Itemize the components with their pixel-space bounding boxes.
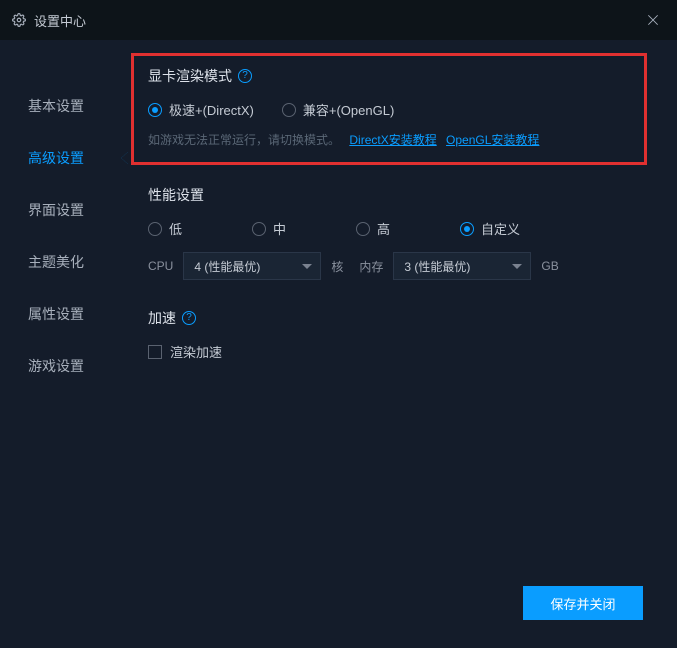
titlebar-left: 设置中心 [12,11,86,30]
directx-tutorial-link[interactable]: DirectX安装教程 [349,133,436,147]
sidebar-item-property[interactable]: 属性设置 [0,288,128,340]
dropdown-value: 3 (性能最优) [404,258,470,275]
radio-label: 低 [169,219,182,238]
radio-opengl[interactable]: 兼容+(OpenGL) [282,100,394,119]
accel-title: 加速 ? [148,308,647,328]
section-title-text: 性能设置 [148,185,204,205]
cores-label: 核 [331,258,343,275]
radio-high[interactable]: 高 [356,219,460,238]
window-title: 设置中心 [34,11,86,30]
render-mode-radios: 极速+(DirectX) 兼容+(OpenGL) [148,100,630,119]
cpu-dropdown[interactable]: 4 (性能最优) [183,252,321,280]
radio-circle-icon [252,222,266,236]
cpu-label: CPU [148,259,173,273]
chevron-down-icon [512,264,522,269]
sidebar-item-label: 高级设置 [28,150,84,166]
sidebar-item-label: 界面设置 [28,202,84,218]
sidebar: 基本设置 高级设置 界面设置 主题美化 属性设置 游戏设置 [0,40,128,648]
render-mode-title: 显卡渲染模式 ? [148,66,630,86]
sidebar-item-label: 属性设置 [28,306,84,322]
save-button-label: 保存并关闭 [550,594,615,613]
close-button[interactable] [641,8,665,32]
sidebar-item-label: 主题美化 [28,254,84,270]
section-title-text: 显卡渲染模式 [148,66,232,86]
radio-low[interactable]: 低 [148,219,252,238]
chevron-down-icon [302,264,312,269]
mem-dropdown[interactable]: 3 (性能最优) [393,252,531,280]
performance-section: 性能设置 低 中 高 自定义 [148,185,647,280]
checkbox-label: 渲染加速 [170,342,222,361]
titlebar: 设置中心 [0,0,677,40]
sidebar-item-interface[interactable]: 界面设置 [0,184,128,236]
radio-label: 中 [273,219,286,238]
radio-circle-icon [282,103,296,117]
radio-circle-icon [356,222,370,236]
hint-text-content: 如游戏无法正常运行，请切换模式。 [148,133,340,147]
performance-title: 性能设置 [148,185,647,205]
render-mode-section: 显卡渲染模式 ? 极速+(DirectX) 兼容+(OpenGL) 如游戏无法正… [131,53,647,165]
help-icon[interactable]: ? [182,311,196,325]
dropdown-value: 4 (性能最优) [194,258,260,275]
radio-label: 兼容+(OpenGL) [303,100,394,119]
performance-dropdowns: CPU 4 (性能最优) 核 内存 3 (性能最优) GB [148,252,647,280]
mem-label: 内存 [359,258,383,275]
sidebar-item-game[interactable]: 游戏设置 [0,340,128,392]
help-icon[interactable]: ? [238,69,252,83]
sidebar-item-label: 游戏设置 [28,358,84,374]
radio-circle-icon [148,222,162,236]
radio-mid[interactable]: 中 [252,219,356,238]
content: 基本设置 高级设置 界面设置 主题美化 属性设置 游戏设置 显卡渲染模式 ? 极… [0,40,677,648]
radio-circle-icon [460,222,474,236]
footer: 保存并关闭 [523,586,643,620]
radio-label: 极速+(DirectX) [169,100,254,119]
radio-label: 自定义 [481,219,520,238]
render-mode-hint: 如游戏无法正常运行，请切换模式。 DirectX安装教程 OpenGL安装教程 [148,131,630,148]
accel-section: 加速 ? 渲染加速 [148,308,647,361]
render-accel-checkbox-row[interactable]: 渲染加速 [148,342,647,361]
checkbox-icon [148,345,162,359]
gear-icon [12,13,26,27]
sidebar-item-advanced[interactable]: 高级设置 [0,132,128,184]
save-button[interactable]: 保存并关闭 [523,586,643,620]
radio-label: 高 [377,219,390,238]
radio-circle-icon [148,103,162,117]
performance-radios: 低 中 高 自定义 [148,219,647,238]
sidebar-item-label: 基本设置 [28,98,84,114]
opengl-tutorial-link[interactable]: OpenGL安装教程 [446,133,539,147]
main: 显卡渲染模式 ? 极速+(DirectX) 兼容+(OpenGL) 如游戏无法正… [128,40,677,648]
sidebar-item-basic[interactable]: 基本设置 [0,80,128,132]
gb-label: GB [541,259,558,273]
sidebar-item-theme[interactable]: 主题美化 [0,236,128,288]
radio-custom[interactable]: 自定义 [460,219,520,238]
section-title-text: 加速 [148,308,176,328]
radio-directx[interactable]: 极速+(DirectX) [148,100,254,119]
